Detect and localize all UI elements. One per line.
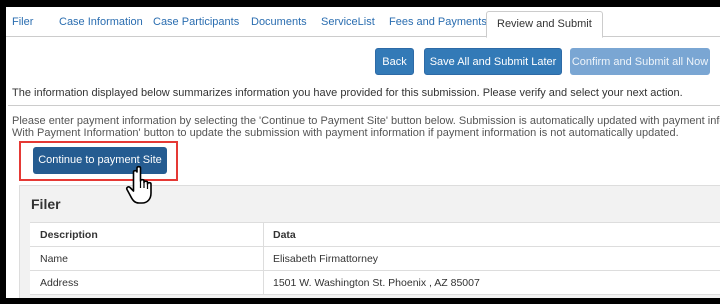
- column-divider: [263, 223, 264, 247]
- table-header-row: Description Data: [30, 223, 720, 247]
- row-data: Elisabeth Firmattorney: [273, 253, 379, 265]
- confirm-submit-all-now-button[interactable]: Confirm and Submit all Now: [570, 48, 710, 75]
- tab-fees-and-payments[interactable]: Fees and Payments: [389, 7, 487, 37]
- column-header-description: Description: [40, 229, 98, 241]
- row-description: Name: [40, 253, 69, 265]
- back-button[interactable]: Back: [375, 48, 414, 75]
- table-row: Address 1501 W. Washington St. Phoenix ,…: [30, 271, 720, 295]
- payment-instructions: Please enter payment information by sele…: [12, 115, 720, 139]
- row-data: 1501 W. Washington St. Phoenix , AZ 8500…: [273, 277, 480, 289]
- tab-documents[interactable]: Documents: [251, 7, 307, 37]
- column-divider: [263, 271, 264, 295]
- review-submit-page: Filer Case Information Case Participants…: [6, 7, 720, 298]
- filer-table: Description Data Name Elisabeth Firmatto…: [30, 222, 720, 295]
- tab-case-information[interactable]: Case Information: [59, 7, 143, 37]
- column-header-data: Data: [273, 229, 296, 241]
- divider: [8, 105, 720, 106]
- table-row: Name Elisabeth Firmattorney: [30, 247, 720, 271]
- tab-review-and-submit[interactable]: Review and Submit: [486, 11, 603, 38]
- filer-panel-title: Filer: [31, 196, 61, 212]
- tab-bar: Filer Case Information Case Participants…: [6, 7, 720, 38]
- instructions-line-1: Please enter payment information by sele…: [12, 115, 720, 127]
- instructions-line-2: With Payment Information' button to upda…: [12, 127, 679, 139]
- tab-case-participants[interactable]: Case Participants: [153, 7, 239, 37]
- save-all-submit-later-button[interactable]: Save All and Submit Later: [424, 48, 562, 75]
- summary-text: The information displayed below summariz…: [12, 87, 683, 99]
- column-divider: [263, 247, 264, 271]
- tab-service-list[interactable]: ServiceList: [321, 7, 375, 37]
- row-description: Address: [40, 277, 79, 289]
- tab-filer[interactable]: Filer: [12, 7, 33, 37]
- hand-pointer-icon: [125, 165, 152, 204]
